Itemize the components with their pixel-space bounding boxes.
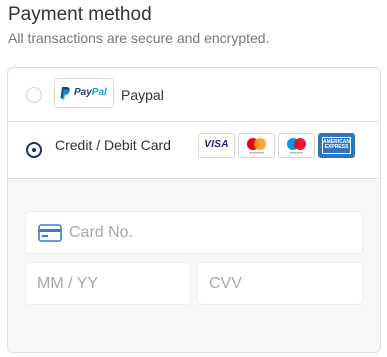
- card-radio[interactable]: [26, 142, 42, 158]
- card-details-form: [8, 180, 380, 352]
- mastercard-logo-icon: [238, 133, 275, 158]
- mastercard-mark-icon: [247, 138, 266, 154]
- maestro-mark-icon: [287, 138, 306, 154]
- page-subtitle: All transactions are secure and encrypte…: [8, 30, 270, 46]
- paypal-logo-pay: Pay: [74, 87, 92, 98]
- card-number-field[interactable]: [25, 211, 363, 254]
- visa-logo-text: VISA: [204, 139, 229, 150]
- payment-option-paypal[interactable]: PayPal Paypal: [8, 68, 380, 122]
- cvv-input[interactable]: [198, 263, 362, 304]
- paypal-mark-icon: [60, 87, 70, 100]
- paypal-radio[interactable]: [26, 87, 42, 103]
- payment-method-panel: PayPal Paypal Credit / Debit Card VISA A…: [7, 67, 381, 353]
- paypal-logo-pal: Pal: [91, 87, 107, 98]
- visa-logo-icon: VISA: [198, 133, 235, 158]
- expiry-input[interactable]: [26, 263, 190, 304]
- paypal-label: Paypal: [121, 87, 164, 103]
- maestro-logo-icon: [278, 133, 315, 158]
- amex-logo-icon: AMERICAN EXPRESS: [318, 133, 355, 158]
- cvv-field[interactable]: [197, 262, 363, 305]
- card-number-input[interactable]: [26, 212, 362, 253]
- page-title: Payment method: [8, 4, 152, 25]
- payment-option-card[interactable]: Credit / Debit Card VISA AMERICAN EXPRES…: [8, 123, 380, 179]
- expiry-field[interactable]: [25, 262, 191, 305]
- paypal-logo-icon: PayPal: [54, 78, 114, 108]
- paypal-logo-text: PayPal: [74, 87, 107, 98]
- card-label: Credit / Debit Card: [55, 137, 171, 153]
- amex-logo-text: AMERICAN EXPRESS: [323, 139, 350, 150]
